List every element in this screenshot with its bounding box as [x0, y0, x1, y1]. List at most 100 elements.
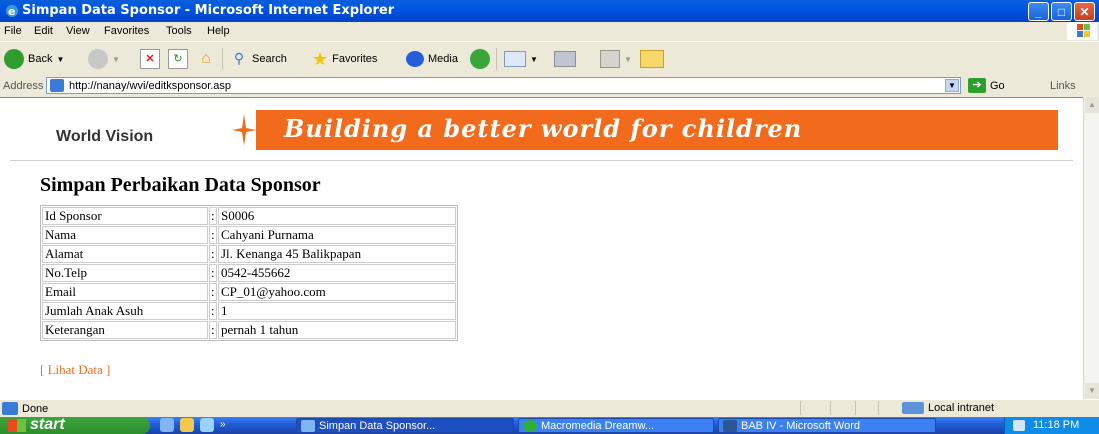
- windows-flag-icon: [1067, 22, 1097, 40]
- search-button[interactable]: ⚲ Search: [230, 48, 287, 70]
- go-button[interactable]: ➔ Go: [968, 78, 1005, 93]
- task-word[interactable]: BAB IV - Microsoft Word: [718, 418, 936, 433]
- scroll-down-icon[interactable]: ▼: [1085, 383, 1099, 399]
- edit-button[interactable]: ▼: [600, 48, 632, 70]
- minimize-button[interactable]: _: [1028, 2, 1049, 21]
- taskbar: start » Simpan Data Sponsor... Macromedi…: [0, 416, 1099, 434]
- go-label: Go: [990, 79, 1005, 92]
- task-ie[interactable]: Simpan Data Sponsor...: [296, 418, 514, 433]
- table-row: Email: CP_01@yahoo.com: [42, 283, 456, 301]
- ie-quicklaunch-icon[interactable]: [160, 418, 174, 432]
- menu-file[interactable]: File: [4, 25, 22, 37]
- refresh-button[interactable]: ↻: [168, 48, 188, 70]
- home-button[interactable]: ⌂: [196, 48, 216, 70]
- address-bar: Address http://nanay/wvi/editksponsor.as…: [0, 76, 1099, 96]
- page-done-icon: [2, 402, 18, 415]
- vertical-scrollbar[interactable]: ▲ ▼: [1083, 97, 1099, 399]
- sponsor-table: Id Sponsor: S0006 Nama: Cahyani Purnama Alam…: [40, 205, 458, 341]
- row-separator: :: [209, 264, 217, 282]
- table-row: Alamat: Jl. Kenanga 45 Balikpapan: [42, 245, 456, 263]
- ie-icon: [301, 420, 315, 432]
- windows-flag-icon: [8, 419, 26, 432]
- ie-window: e Simpan Data Sponsor - Microsoft Intern…: [0, 0, 1099, 434]
- status-text: Done: [22, 403, 49, 415]
- menu-tools[interactable]: Tools: [166, 25, 192, 37]
- favorites-label: Favorites: [332, 53, 378, 65]
- refresh-icon: ↻: [168, 49, 188, 69]
- menu-edit[interactable]: Edit: [34, 25, 53, 37]
- maximize-button[interactable]: □: [1051, 2, 1072, 21]
- row-separator: :: [209, 283, 217, 301]
- chevron-right-icon[interactable]: »: [220, 418, 226, 432]
- menu-favorites[interactable]: Favorites: [104, 25, 149, 37]
- back-label: Back: [28, 53, 53, 65]
- links-button[interactable]: Links: [1050, 80, 1076, 92]
- history-button[interactable]: [470, 48, 490, 70]
- close-button[interactable]: ✕: [1074, 2, 1095, 21]
- table-row: Jumlah Anak Asuh:1: [42, 302, 456, 320]
- window-title: Simpan Data Sponsor - Microsoft Internet…: [22, 3, 395, 18]
- stop-button[interactable]: ✕: [140, 48, 160, 70]
- lihat-data-link[interactable]: [ Lihat Data ]: [40, 362, 110, 378]
- address-dropdown-icon[interactable]: ▼: [945, 79, 959, 92]
- menu-view[interactable]: View: [66, 25, 90, 37]
- print-button[interactable]: [554, 48, 576, 70]
- row-separator: :: [209, 245, 217, 263]
- scroll-up-icon[interactable]: ▲: [1085, 97, 1099, 113]
- banner-logo-area: World Vision: [38, 110, 256, 150]
- row-label: Alamat: [42, 245, 208, 263]
- dreamweaver-icon: [523, 420, 537, 432]
- row-separator: :: [209, 302, 217, 320]
- media-label: Media: [428, 53, 458, 65]
- forward-button[interactable]: ▼: [88, 48, 120, 70]
- toolbar: Back ▼ ▼ ✕ ↻ ⌂ ⚲ Search ★ Favorites Medi…: [0, 41, 1099, 77]
- chevron-down-icon: ▼: [530, 54, 538, 64]
- start-button[interactable]: start: [0, 416, 150, 434]
- row-value: Jl. Kenanga 45 Balikpapan: [218, 245, 456, 263]
- page-title: Simpan Perbaikan Data Sponsor: [40, 174, 321, 196]
- mail-icon: [504, 51, 526, 67]
- row-separator: :: [209, 226, 217, 244]
- menu-bar: File Edit View Favorites Tools Help: [0, 22, 1099, 40]
- explorer-quicklaunch-icon[interactable]: [180, 418, 194, 432]
- printer-icon: [554, 51, 576, 67]
- task-label: BAB IV - Microsoft Word: [741, 420, 860, 432]
- svg-text:e: e: [8, 5, 15, 18]
- row-label: No.Telp: [42, 264, 208, 282]
- row-label: Jumlah Anak Asuh: [42, 302, 208, 320]
- page-content: World Vision Building a better world for…: [0, 97, 1083, 400]
- start-label: start: [30, 416, 65, 433]
- title-bar: e Simpan Data Sponsor - Microsoft Intern…: [0, 0, 1099, 22]
- network-icon[interactable]: [1013, 420, 1025, 431]
- folder-icon: [640, 50, 664, 68]
- desktop-quicklaunch-icon[interactable]: [200, 418, 214, 432]
- clock: 11:18 PM: [1033, 419, 1080, 431]
- table-row: Keterangan: pernah 1 tahun: [42, 321, 456, 339]
- row-value: 1: [218, 302, 456, 320]
- media-button[interactable]: Media: [406, 48, 458, 70]
- status-divider: [800, 401, 801, 415]
- history-icon: [470, 49, 490, 69]
- chevron-down-icon: ▼: [624, 54, 632, 64]
- menu-help[interactable]: Help: [207, 25, 230, 37]
- back-button[interactable]: Back ▼: [4, 48, 64, 70]
- address-input[interactable]: http://nanay/wvi/editksponsor.asp ▼: [46, 77, 961, 94]
- task-dreamweaver[interactable]: Macromedia Dreamw...: [518, 418, 714, 433]
- mail-button[interactable]: ▼: [504, 48, 538, 70]
- row-value: 0542-455662: [218, 264, 456, 282]
- row-separator: :: [209, 321, 217, 339]
- toolbar-divider: [222, 48, 223, 70]
- favorites-button[interactable]: ★ Favorites: [312, 48, 377, 70]
- table-row: Id Sponsor: S0006: [42, 207, 456, 225]
- search-icon: ⚲: [233, 50, 245, 66]
- row-label: Id Sponsor: [42, 207, 208, 225]
- intranet-icon: [902, 402, 924, 414]
- toolbar-divider: [496, 48, 497, 70]
- row-label: Nama: [42, 226, 208, 244]
- system-tray: 11:18 PM: [1004, 417, 1099, 434]
- security-zone: Local intranet: [902, 402, 994, 414]
- banner-slogan-area: Building a better world for children: [256, 110, 1058, 150]
- folder-button[interactable]: [640, 48, 664, 70]
- zone-label: Local intranet: [928, 402, 995, 414]
- go-arrow-icon: ➔: [968, 78, 986, 93]
